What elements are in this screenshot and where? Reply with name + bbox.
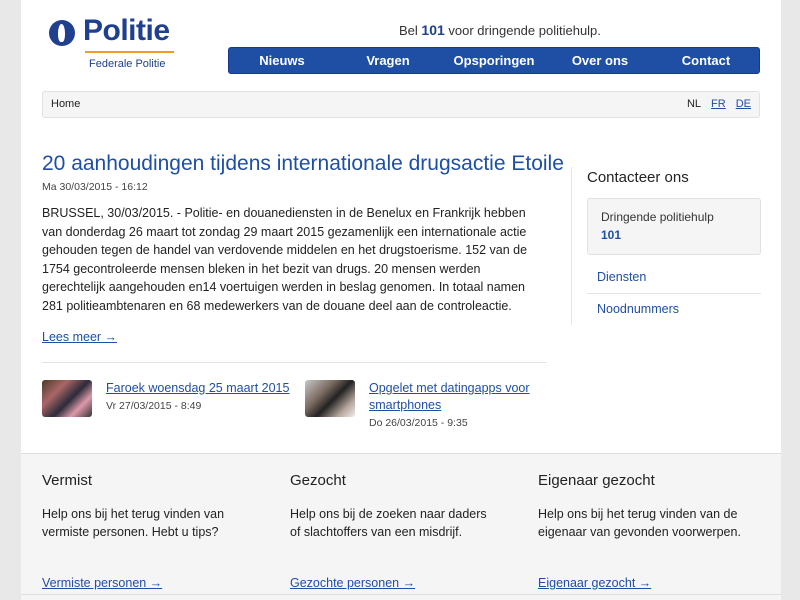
contact-sidebar: Contacteer ons Dringende politiehulp 101… bbox=[571, 167, 761, 325]
politie-logo[interactable]: Politie Federale Politie bbox=[49, 14, 181, 74]
teaser-thumbnail[interactable] bbox=[42, 380, 92, 417]
article-title[interactable]: 20 aanhoudingen tijdens internationale d… bbox=[42, 152, 564, 176]
footer-column-gezocht: Gezocht Help ons bij de zoeken naar dade… bbox=[290, 472, 500, 590]
nav-over-ons[interactable]: Over ons bbox=[547, 48, 653, 73]
teaser-thumbnail[interactable] bbox=[305, 380, 355, 417]
language-fr-link[interactable]: FR bbox=[711, 98, 726, 110]
footer-link-vermiste-personen[interactable]: Vermiste personen → bbox=[42, 576, 162, 590]
article-body: BRUSSEL, 30/03/2015. - Politie- en douan… bbox=[42, 206, 528, 313]
breadcrumb-bar: Home NL FR DE bbox=[42, 91, 760, 118]
footer-text: Help ons bij de zoeken naar daders of sl… bbox=[290, 507, 487, 539]
language-switcher: NL FR DE bbox=[687, 98, 751, 110]
teaser-title-link[interactable]: Opgelet met datingapps voor smartphones bbox=[369, 380, 559, 414]
logo-subtitle: Federale Politie bbox=[89, 58, 166, 70]
emergency-number: 101 bbox=[421, 22, 445, 38]
main-navigation: Nieuws Vragen Opsporingen Over ons Conta… bbox=[228, 47, 760, 74]
teaser-date: Vr 27/03/2015 - 8:49 bbox=[106, 400, 202, 412]
teaser-date: Do 26/03/2015 - 9:35 bbox=[369, 417, 468, 429]
footer-text: Help ons bij het terug vinden van vermis… bbox=[42, 507, 225, 539]
sidebar-link-noodnummers[interactable]: Noodnummers bbox=[587, 302, 761, 316]
sidebar-heading: Contacteer ons bbox=[587, 169, 689, 186]
article-date: Ma 30/03/2015 - 16:12 bbox=[42, 181, 148, 193]
emergency-box-number[interactable]: 101 bbox=[601, 228, 621, 242]
flame-emblem-icon bbox=[49, 20, 75, 46]
emergency-prefix: Bel bbox=[399, 23, 418, 38]
footer-heading: Vermist bbox=[42, 472, 93, 489]
footer-link-gezochte-personen[interactable]: Gezochte personen → bbox=[290, 576, 415, 590]
sidebar-link-diensten[interactable]: Diensten bbox=[587, 270, 761, 284]
news-teaser: Faroek woensdag 25 maart 2015 Vr 27/03/2… bbox=[42, 380, 292, 430]
nav-nieuws[interactable]: Nieuws bbox=[229, 48, 335, 73]
footer-heading: Gezocht bbox=[290, 472, 346, 489]
nav-opsporingen[interactable]: Opsporingen bbox=[441, 48, 547, 73]
page-container: Politie Federale Politie Bel 101 voor dr… bbox=[21, 0, 781, 600]
footer-column-vermist: Vermist Help ons bij het terug vinden va… bbox=[42, 472, 252, 590]
language-current: NL bbox=[686, 98, 702, 110]
nav-vragen[interactable]: Vragen bbox=[335, 48, 441, 73]
footer-text: Help ons bij het terug vinden van de eig… bbox=[538, 507, 741, 539]
divider bbox=[42, 362, 547, 363]
footer-panel: Vermist Help ons bij het terug vinden va… bbox=[21, 453, 781, 600]
footer-column-eigenaar: Eigenaar gezocht Help ons bij het terug … bbox=[538, 472, 748, 590]
news-teaser: Opgelet met datingapps voor smartphones … bbox=[305, 380, 555, 430]
emergency-box: Dringende politiehulp 101 bbox=[587, 198, 761, 255]
teaser-title-link[interactable]: Faroek woensdag 25 maart 2015 bbox=[106, 380, 296, 397]
emergency-notice: Bel 101 voor dringende politiehulp. bbox=[399, 22, 601, 38]
language-de-link[interactable]: DE bbox=[736, 98, 751, 110]
emergency-suffix: voor dringende politiehulp. bbox=[448, 23, 601, 38]
footer-heading: Eigenaar gezocht bbox=[538, 472, 655, 489]
footer-bottom-rule bbox=[21, 594, 781, 595]
logo-text: Politie bbox=[83, 14, 170, 47]
footer-link-eigenaar-gezocht[interactable]: Eigenaar gezocht → bbox=[538, 576, 651, 590]
read-more-link[interactable]: Lees meer → bbox=[42, 330, 117, 344]
emergency-box-label: Dringende politiehulp bbox=[601, 210, 714, 224]
nav-contact[interactable]: Contact bbox=[653, 48, 759, 73]
breadcrumb-home[interactable]: Home bbox=[51, 98, 80, 110]
sidebar-divider bbox=[587, 293, 761, 294]
logo-underline bbox=[85, 51, 174, 53]
